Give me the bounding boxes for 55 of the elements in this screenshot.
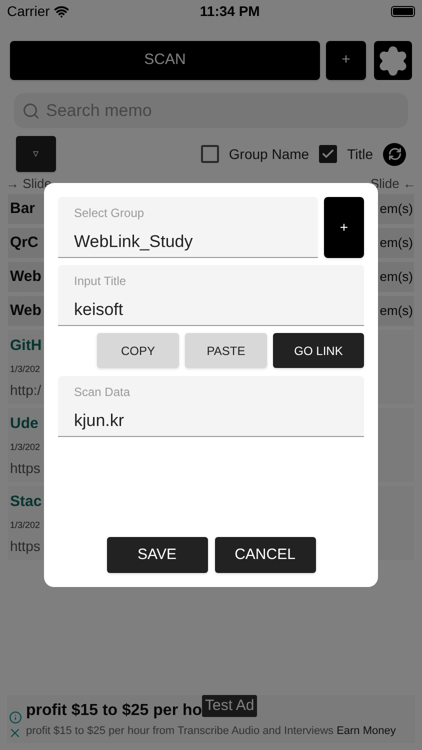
check-icon <box>321 147 336 161</box>
group-count: em(s) <box>380 200 413 218</box>
field-value: kjun.kr <box>74 410 126 432</box>
memo-url: https <box>10 536 40 556</box>
cancel-button[interactable]: CANCEL <box>214 537 316 573</box>
group-name: QrC <box>10 232 38 253</box>
field-label: Input Title <box>74 273 128 289</box>
memo-title: GitH <box>10 336 42 356</box>
action-button[interactable]: COPY <box>97 333 179 368</box>
checkbox-label: Title <box>347 144 373 164</box>
test-ad-badge: Test Ad <box>202 694 258 718</box>
save-button[interactable]: SAVE <box>106 537 208 573</box>
scan-button[interactable]: SCAN <box>10 41 320 80</box>
input-field[interactable]: Scan Data kjun.kr <box>58 376 364 437</box>
group-name: Bar <box>10 198 36 219</box>
refresh-button[interactable] <box>383 142 406 166</box>
memo-date: 1/3/202 <box>10 519 40 532</box>
field-value: keisoft <box>74 299 124 321</box>
field-value: WebLink_Study <box>74 231 194 253</box>
dropdown-button[interactable]: ▿ <box>16 136 56 172</box>
checkbox[interactable] <box>200 145 219 163</box>
memo-url: https <box>10 458 40 478</box>
carrier-label: Carrier <box>7 2 50 20</box>
group-name: Web <box>10 300 42 321</box>
add-group-button[interactable]: + <box>324 197 364 258</box>
search-icon <box>22 102 40 120</box>
memo-url: http:/ <box>10 380 42 400</box>
settings-icon <box>377 44 409 76</box>
ad-body: profit $15 to $25 per hour from Transcribe Audio and Interviews <box>26 724 334 739</box>
group-count: em(s) <box>380 302 413 320</box>
memo-date: 1/3/202 <box>10 363 40 376</box>
checkbox[interactable] <box>319 145 338 163</box>
settings-button[interactable] <box>374 41 412 80</box>
memo-date: 1/3/202 <box>10 441 40 454</box>
checkbox-label: Group Name <box>228 144 310 164</box>
group-count: em(s) <box>380 234 413 252</box>
action-button[interactable]: PASTE <box>185 333 267 368</box>
status-time: 11:34 PM <box>200 2 260 20</box>
memo-title: Ude <box>10 414 38 434</box>
group-name: Web <box>10 266 42 287</box>
group-count: em(s) <box>380 268 413 286</box>
ad-banner[interactable]: profit $15 to $25 per ho Test Ad profit $15 to $25 per hour from Transcribe Audio and Interviews Earn Money <box>7 695 415 743</box>
memo-title: Stac <box>10 492 42 512</box>
refresh-icon <box>388 147 402 161</box>
input-field[interactable]: Select Group WebLink_Study <box>58 197 318 258</box>
info-icon <box>8 710 22 724</box>
action-button[interactable]: GO LINK <box>273 333 364 368</box>
ad-link[interactable]: Earn Money <box>336 722 396 740</box>
battery-icon <box>391 6 415 16</box>
add-button[interactable]: + <box>326 41 366 80</box>
ad-headline: profit $15 to $25 per ho <box>26 700 202 721</box>
input-field[interactable]: Input Title keisoft <box>58 265 364 326</box>
field-label: Scan Data <box>74 384 132 400</box>
wifi-icon <box>54 4 69 18</box>
field-label: Select Group <box>74 205 146 221</box>
